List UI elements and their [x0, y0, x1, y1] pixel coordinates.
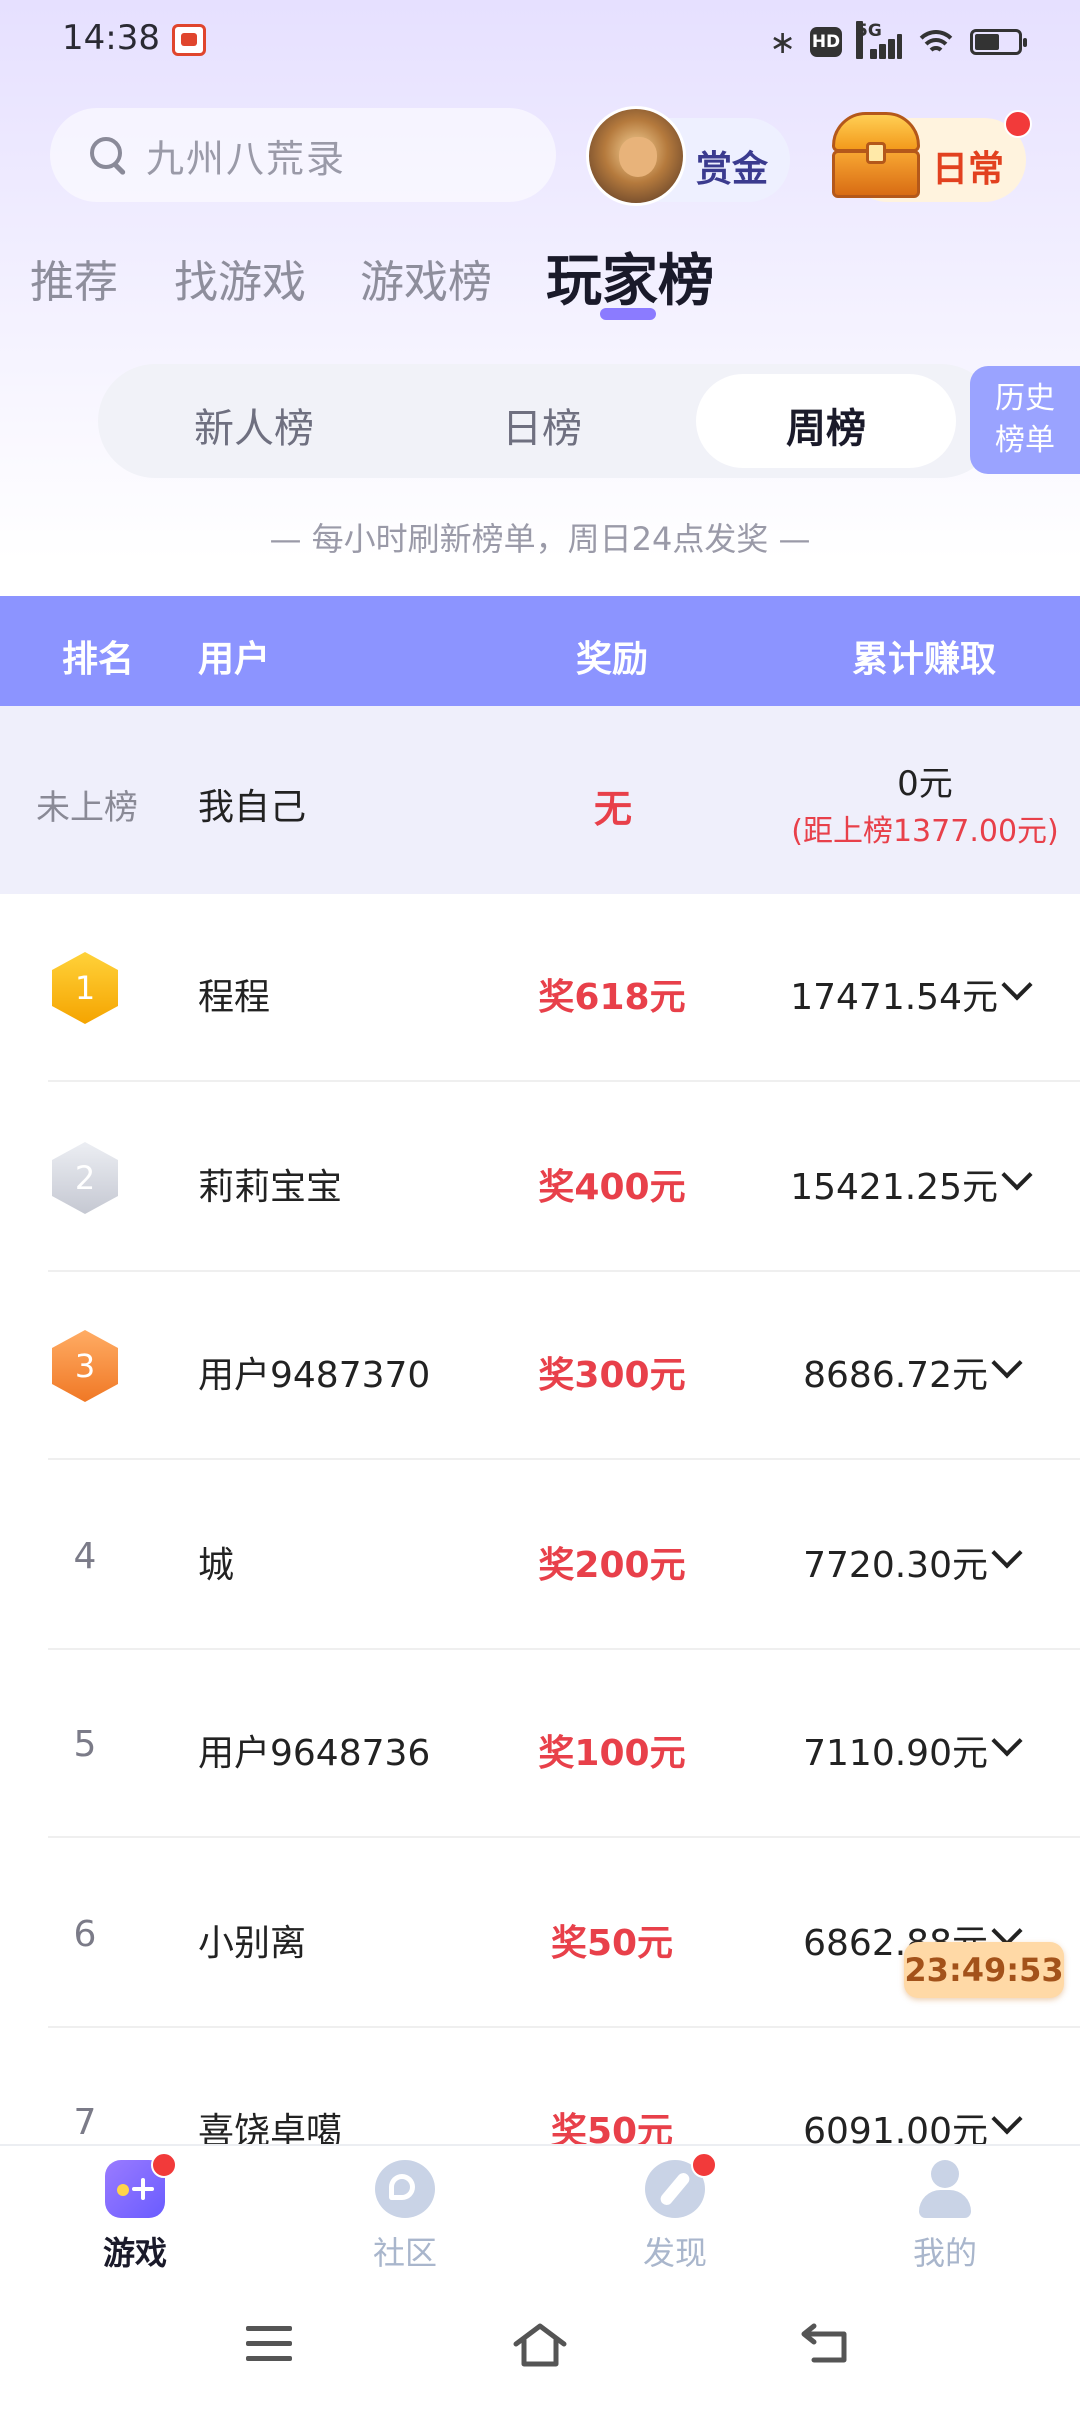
search-placeholder: 九州八荒录: [146, 136, 347, 181]
header-user: 用户: [198, 639, 271, 680]
self-total: 0元: [897, 764, 953, 804]
rank-number: 7: [73, 2102, 97, 2143]
segment-weekly[interactable]: 周榜: [696, 396, 956, 454]
bounty-label[interactable]: 赏金: [696, 140, 768, 192]
gamepad-icon: [105, 2152, 177, 2218]
wifi-icon: [916, 26, 956, 58]
network-type-label: 5G: [856, 21, 882, 59]
user-name: 程程: [198, 977, 271, 1018]
row-divider: [48, 1080, 1080, 1082]
segment-newcomer[interactable]: 新人榜: [124, 396, 384, 454]
self-gap: (距上榜1377.00元): [791, 814, 1059, 849]
self-reward: 无: [594, 787, 633, 831]
notification-app-icon: [172, 24, 206, 56]
history-ranking-button[interactable]: 历史 榜单: [970, 366, 1080, 474]
rank-number: 1: [74, 969, 96, 1007]
status-icons: ∗ HD 5G: [769, 18, 1027, 66]
total-earned[interactable]: 8686.72元: [803, 1346, 988, 1398]
notification-dot: [691, 2152, 717, 2178]
notification-dot: [1004, 110, 1032, 138]
chevron-down-icon[interactable]: [991, 2103, 1023, 2135]
bluetooth-icon: ∗: [769, 23, 796, 61]
rank-number: 5: [73, 1724, 97, 1765]
signal-icon: 5G: [856, 21, 902, 59]
menu-icon[interactable]: [246, 2326, 292, 2362]
home-icon[interactable]: [512, 2320, 568, 2368]
nav-profile[interactable]: 我的: [865, 2160, 1025, 2274]
row-divider: [48, 1648, 1080, 1650]
user-name: 城: [198, 1545, 235, 1586]
header-rank: 排名: [62, 639, 135, 680]
silver-medal-icon: 2: [52, 1142, 118, 1214]
nav-community[interactable]: 社区: [325, 2160, 485, 2274]
treasure-chest-icon[interactable]: [826, 106, 926, 202]
total-earned[interactable]: 15421.25元: [790, 1158, 998, 1210]
status-bar: 14:38 ∗ HD 5G: [0, 0, 1080, 86]
notification-dot: [151, 2152, 177, 2178]
row-divider: [48, 2026, 1080, 2028]
reward-amount: 奖50元: [550, 1923, 674, 1964]
profile-icon: [915, 2160, 975, 2218]
user-name: 小别离: [198, 1923, 307, 1964]
total-earned[interactable]: 7110.90元: [803, 1724, 988, 1776]
tab-active-indicator: [600, 308, 656, 320]
segment-daily[interactable]: 日榜: [412, 396, 672, 454]
hd-icon: HD: [810, 27, 842, 57]
row-divider: [48, 1458, 1080, 1460]
community-icon: [375, 2160, 435, 2218]
tab-find-games[interactable]: 找游戏: [174, 246, 306, 310]
total-earned[interactable]: 7720.30元: [803, 1536, 988, 1588]
refresh-note: — 每小时刷新榜单，周日24点发奖 —: [269, 520, 811, 558]
header-reward: 奖励: [576, 639, 649, 680]
reward-amount: 奖300元: [538, 1355, 686, 1396]
chevron-down-icon[interactable]: [991, 1725, 1023, 1757]
rank-number: 4: [73, 1536, 97, 1577]
nav-label: 游戏: [102, 2234, 167, 2272]
avatar[interactable]: [586, 106, 686, 206]
rank-number: 3: [74, 1347, 96, 1385]
total-earned[interactable]: 17471.54元: [790, 968, 998, 1020]
history-label-line2: 榜单: [995, 423, 1055, 458]
daily-label[interactable]: 日常: [932, 140, 1004, 192]
user-name: 莉莉宝宝: [198, 1167, 343, 1208]
status-time: 14:38: [62, 18, 160, 58]
nav-label: 发现: [642, 2234, 707, 2272]
search-input[interactable]: 九州八荒录: [50, 108, 556, 202]
bronze-medal-icon: 3: [52, 1330, 118, 1402]
self-rank: 未上榜: [36, 788, 138, 828]
self-user: 我自己: [198, 787, 307, 828]
user-name: 用户9648736: [198, 1733, 431, 1774]
tab-game-ranking[interactable]: 游戏榜: [360, 246, 492, 310]
chevron-down-icon[interactable]: [1001, 969, 1033, 1001]
user-name: 用户9487370: [198, 1355, 431, 1396]
row-divider: [48, 1270, 1080, 1272]
battery-icon: [970, 29, 1027, 55]
header-total: 累计赚取: [852, 639, 997, 680]
chevron-down-icon[interactable]: [991, 1347, 1023, 1379]
rank-number: 2: [74, 1159, 96, 1197]
history-label-line1: 历史: [995, 381, 1055, 416]
search-icon: [88, 135, 128, 175]
nav-label: 社区: [372, 2234, 437, 2272]
gold-medal-icon: 1: [52, 952, 118, 1024]
reward-amount: 奖200元: [538, 1545, 686, 1586]
rank-number: 6: [73, 1914, 97, 1955]
back-icon[interactable]: [800, 2320, 850, 2364]
reward-amount: 奖100元: [538, 1733, 686, 1774]
tab-recommend[interactable]: 推荐: [30, 246, 118, 310]
row-divider: [48, 1836, 1080, 1838]
tab-player-ranking[interactable]: 玩家榜: [546, 236, 714, 317]
countdown-timer-badge[interactable]: 23:49:53: [904, 1942, 1064, 1998]
compass-icon: [645, 2152, 717, 2218]
nav-label: 我的: [912, 2234, 977, 2272]
chevron-down-icon[interactable]: [991, 1537, 1023, 1569]
reward-amount: 奖400元: [538, 1167, 686, 1208]
nav-discover[interactable]: 发现: [595, 2152, 755, 2274]
chevron-down-icon[interactable]: [1001, 1159, 1033, 1191]
reward-amount: 奖618元: [538, 977, 686, 1018]
nav-games[interactable]: 游戏: [55, 2152, 215, 2274]
